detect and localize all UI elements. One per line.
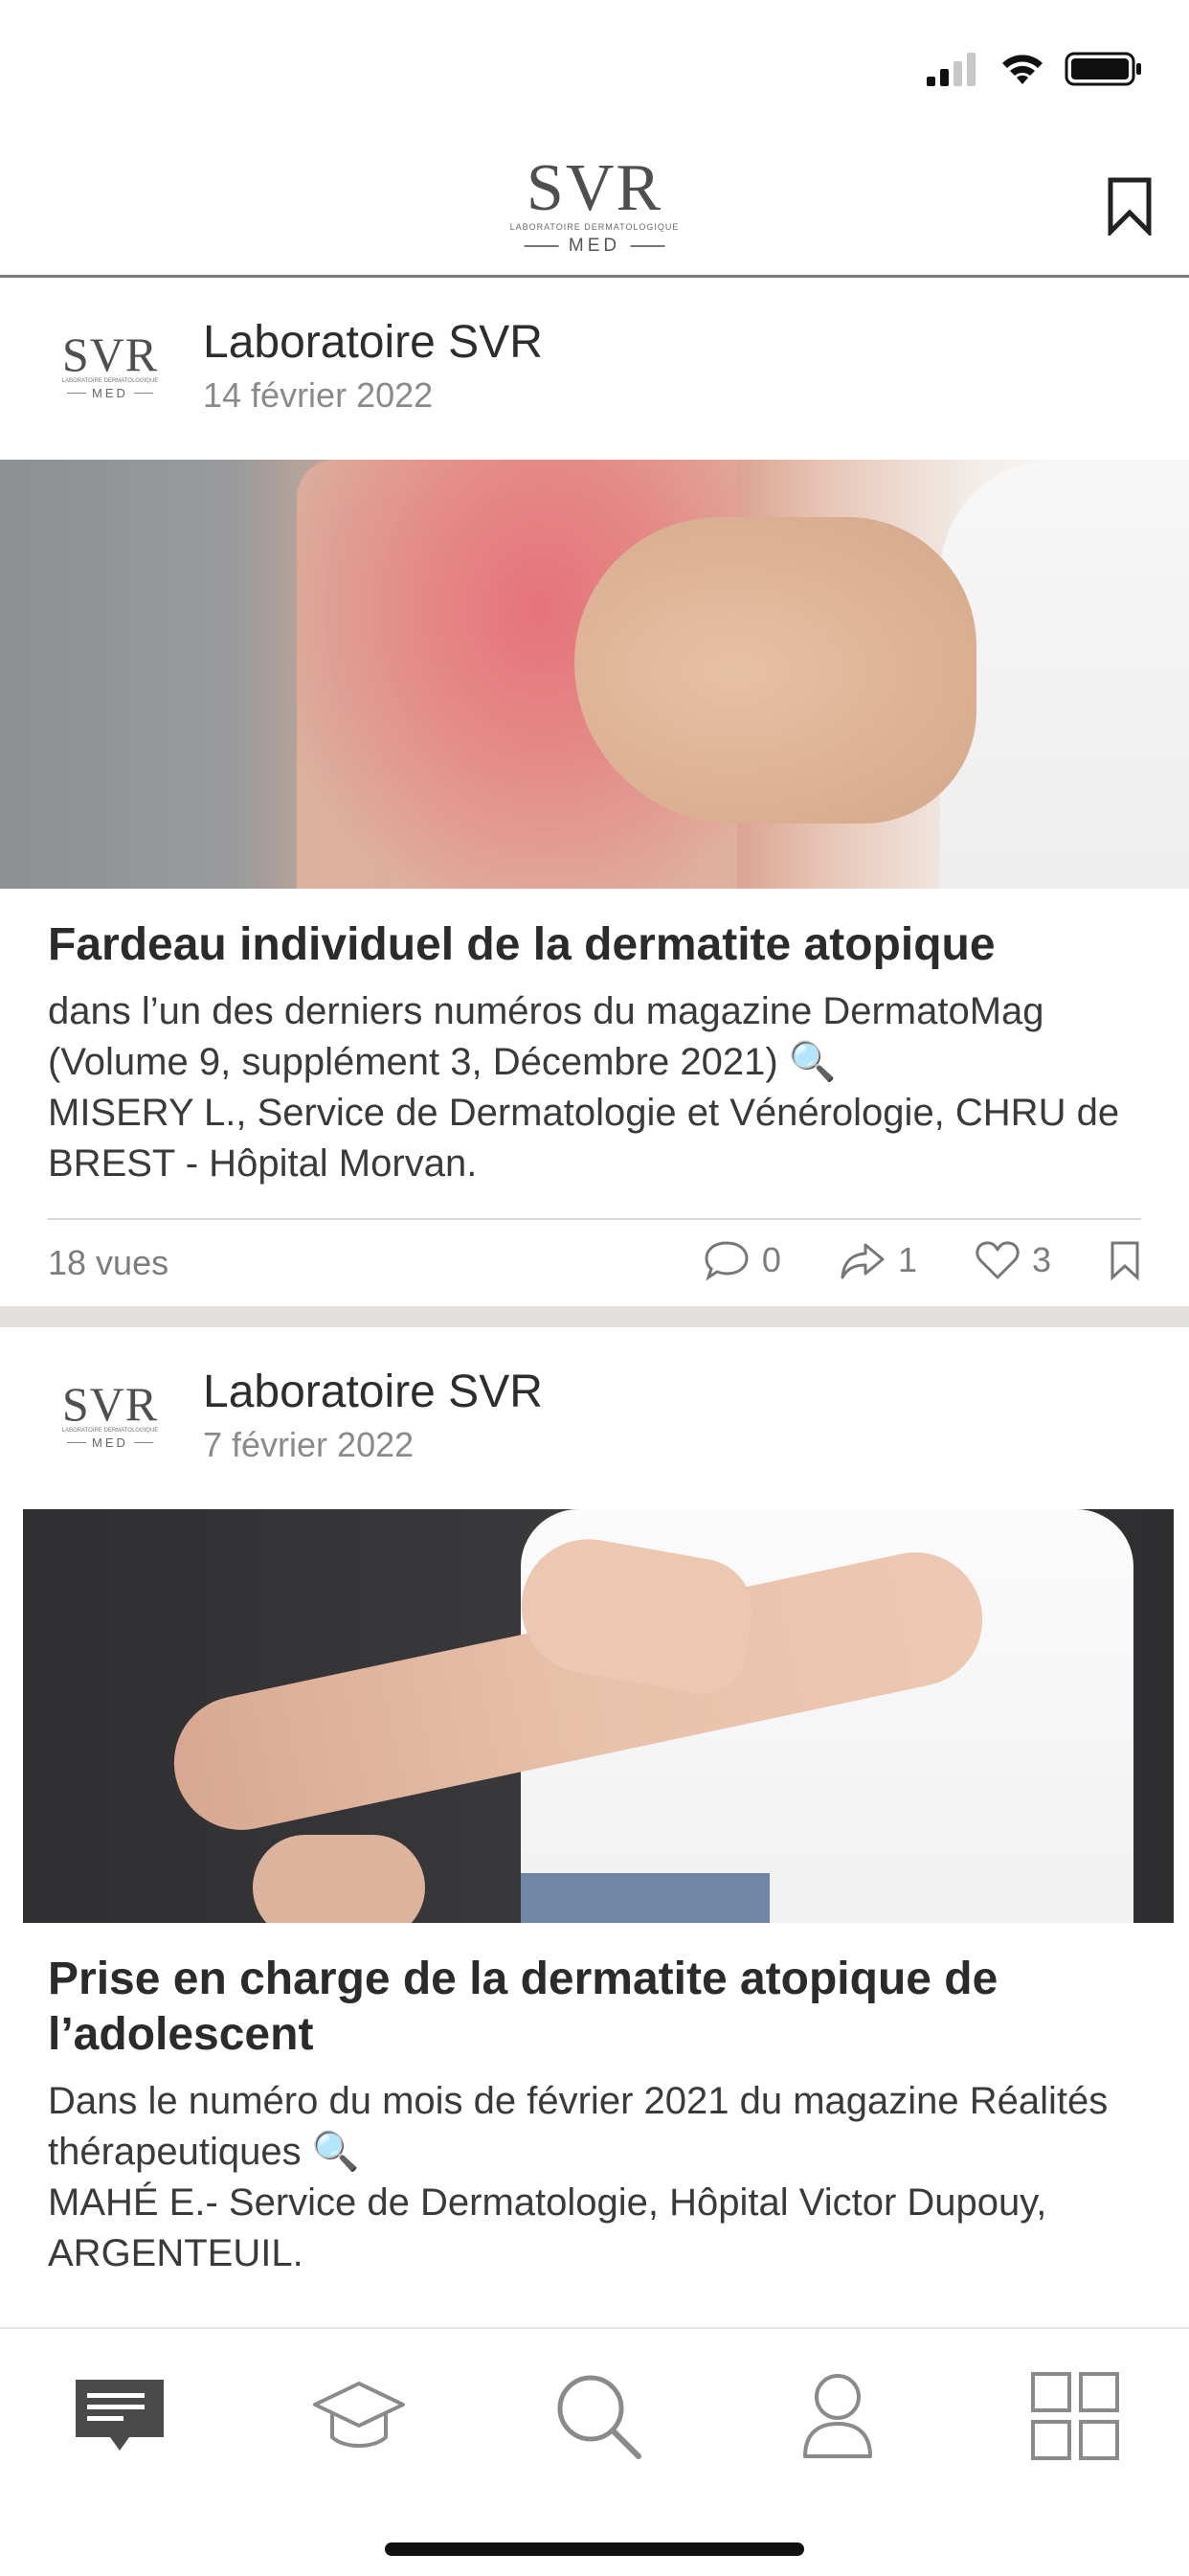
search-icon: [557, 2375, 641, 2459]
profile-icon: [803, 2374, 872, 2458]
status-icons: [925, 50, 1143, 88]
tab-learning[interactable]: [306, 2363, 412, 2469]
views-count: 18 vues: [48, 1243, 169, 1282]
post-title[interactable]: Fardeau individuel de la dermatite atopi…: [0, 917, 1189, 973]
svr-med-logo: SVR LABORATOIRE DERMATOLOGIQUE MED: [509, 151, 680, 257]
signal-icon: [927, 53, 976, 86]
post-meta: 18 vues 0 1 3: [48, 1218, 1141, 1306]
post-image[interactable]: [0, 460, 1189, 889]
post-excerpt: dans l’un des derniers numéros du magazi…: [48, 990, 1120, 1185]
logo-med-text: MED: [568, 236, 621, 256]
bookmark-icon[interactable]: [1105, 176, 1155, 236]
like-button[interactable]: 3: [975, 1239, 1051, 1281]
status-bar: [0, 0, 1189, 134]
app-header: SVR LABORATOIRE DERMATOLOGIQUE MED: [0, 134, 1189, 278]
battery-icon: [1065, 52, 1141, 86]
post-card[interactable]: SVR LABORATOIRE DERMATOLOGIQUE MED Labor…: [0, 278, 1189, 1327]
card-divider: [0, 1306, 1189, 1327]
graduation-cap-icon: [313, 2382, 405, 2448]
post-excerpt: Dans le numéro du mois de février 2021 d…: [48, 2080, 1109, 2274]
grid-icon: [1031, 2372, 1119, 2460]
post-header: SVR LABORATOIRE DERMATOLOGIQUE MED Labor…: [0, 278, 1189, 460]
post-title[interactable]: Prise en charge de la dermatite atopique…: [0, 1952, 1189, 2063]
tab-more[interactable]: [1022, 2363, 1128, 2469]
logo-subtitle: LABORATOIRE DERMATOLOGIQUE: [509, 222, 680, 232]
bookmark-icon: [1110, 1241, 1139, 1281]
post-header: SVR LABORATOIRE DERMATOLOGIQUE MED Labor…: [0, 1327, 1189, 1509]
feed-icon: [76, 2380, 164, 2451]
comment-button[interactable]: 0: [703, 1239, 781, 1281]
post-date: 7 février 2022: [203, 1425, 415, 1464]
post-actions: 0 1 3: [645, 1239, 1141, 1281]
post-author[interactable]: Laboratoire SVR: [203, 1366, 543, 1418]
tab-profile[interactable]: [785, 2363, 890, 2469]
tab-search[interactable]: [546, 2363, 651, 2469]
comment-icon: [705, 1241, 749, 1281]
post-date: 14 février 2022: [203, 375, 434, 415]
save-post-button[interactable]: [1109, 1239, 1141, 1281]
author-avatar[interactable]: SVR LABORATOIRE DERMATOLOGIQUE MED: [48, 330, 172, 417]
post-card[interactable]: SVR LABORATOIRE DERMATOLOGIQUE MED Labor…: [0, 1327, 1189, 2279]
logo-med: MED: [510, 236, 680, 257]
wifi-icon: [1002, 55, 1043, 84]
heart-icon: [976, 1241, 1020, 1279]
share-button[interactable]: 1: [839, 1239, 917, 1281]
logo-text: SVR: [526, 151, 663, 225]
post-author[interactable]: Laboratoire SVR: [203, 316, 543, 369]
tab-feed[interactable]: [67, 2363, 172, 2469]
share-icon: [841, 1243, 885, 1279]
bottom-tab-bar: [0, 2327, 1189, 2576]
news-feed[interactable]: SVR LABORATOIRE DERMATOLOGIQUE MED Labor…: [0, 278, 1189, 2279]
home-indicator[interactable]: [385, 2542, 804, 2556]
post-image[interactable]: [23, 1509, 1174, 1923]
author-avatar[interactable]: SVR LABORATOIRE DERMATOLOGIQUE MED: [48, 1380, 172, 1466]
